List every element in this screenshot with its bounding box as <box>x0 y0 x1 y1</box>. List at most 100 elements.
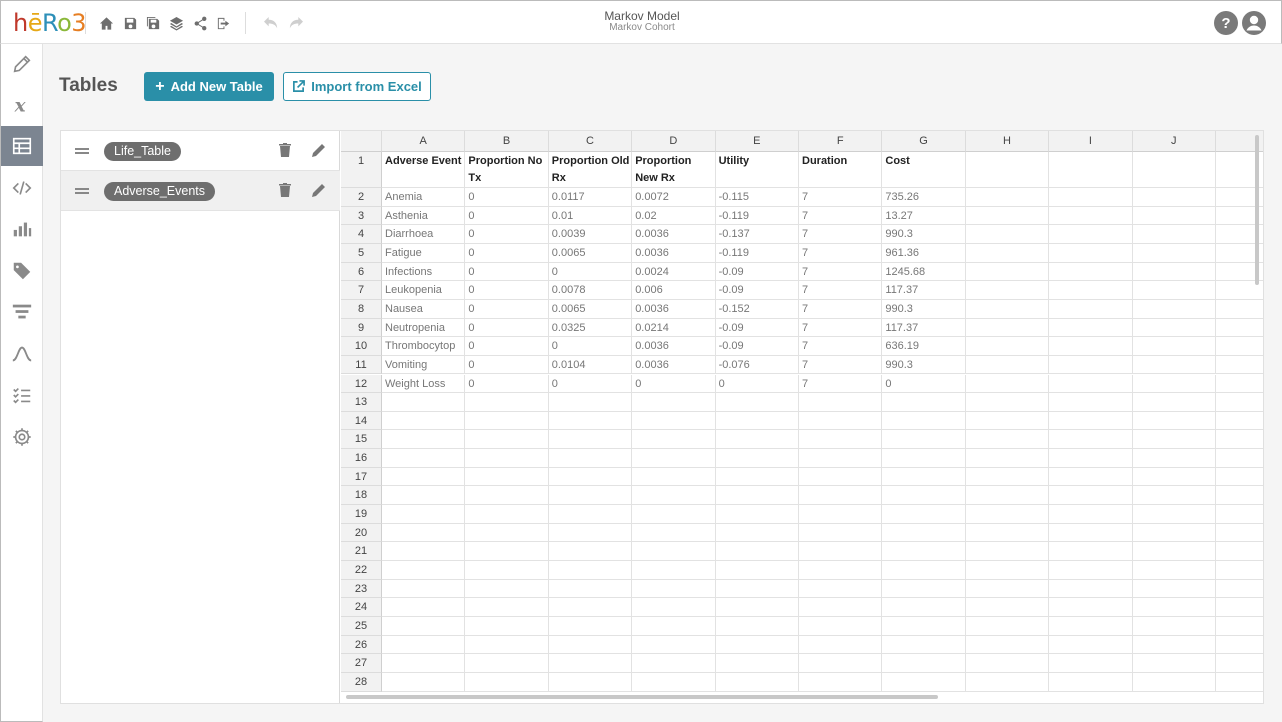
table-cell[interactable] <box>1216 375 1263 394</box>
row-header[interactable]: 19 <box>341 505 382 524</box>
table-cell[interactable] <box>965 337 1050 356</box>
table-cell[interactable] <box>632 430 716 450</box>
table-cell[interactable]: 0 <box>548 337 633 356</box>
table-cell[interactable] <box>882 672 966 692</box>
column-header[interactable]: A <box>382 131 466 152</box>
table-cell[interactable] <box>382 393 466 412</box>
table-cell[interactable] <box>632 523 716 543</box>
table-cell[interactable] <box>382 542 466 561</box>
table-cell[interactable] <box>1216 561 1263 580</box>
table-cell[interactable] <box>715 542 799 561</box>
table-cell[interactable] <box>1049 486 1133 506</box>
table-cell[interactable]: 0 <box>548 262 633 282</box>
table-cell[interactable]: Vomiting <box>382 355 466 375</box>
table-cell[interactable] <box>1132 635 1216 655</box>
table-cell[interactable] <box>715 654 799 673</box>
table-cell[interactable]: 0 <box>465 318 549 338</box>
table-cell[interactable] <box>632 449 716 468</box>
table-cell[interactable] <box>1049 188 1133 207</box>
table-cell[interactable] <box>1216 636 1263 655</box>
table-cell[interactable] <box>548 635 633 655</box>
table-cell[interactable]: 0.0214 <box>632 318 716 338</box>
header-cell[interactable]: Proportion Old Rx <box>548 152 633 188</box>
table-cell[interactable]: 0.0325 <box>548 318 633 338</box>
table-cell[interactable] <box>465 635 549 655</box>
table-cell[interactable]: 0.0104 <box>548 355 633 375</box>
table-cell[interactable]: 117.37 <box>882 318 966 338</box>
table-cell[interactable] <box>1132 616 1216 636</box>
table-cell[interactable]: 0 <box>465 206 549 226</box>
table-cell[interactable] <box>799 505 883 524</box>
table-cell[interactable] <box>1216 337 1263 356</box>
table-cell[interactable] <box>882 635 966 655</box>
table-cell[interactable] <box>1049 542 1133 561</box>
table-cell[interactable] <box>965 616 1050 636</box>
table-cell[interactable]: 0.0036 <box>632 337 716 356</box>
table-cell[interactable] <box>965 486 1050 506</box>
table-cell[interactable] <box>382 467 466 487</box>
table-cell[interactable]: 0 <box>465 355 549 375</box>
table-cell[interactable] <box>882 523 966 543</box>
table-cell[interactable]: 0.0036 <box>632 243 716 263</box>
table-cell[interactable] <box>965 411 1050 431</box>
table-cell[interactable] <box>465 542 549 561</box>
row-header[interactable]: 10 <box>341 337 382 356</box>
table-cell[interactable] <box>632 635 716 655</box>
table-cell[interactable] <box>1132 523 1216 543</box>
table-cell[interactable] <box>1049 449 1133 468</box>
row-header[interactable]: 20 <box>341 523 382 543</box>
table-cell[interactable] <box>799 672 883 692</box>
row-header[interactable]: 11 <box>341 355 382 375</box>
table-cell[interactable]: 0.02 <box>632 206 716 226</box>
table-cell[interactable]: 7 <box>799 225 883 244</box>
row-header[interactable]: 28 <box>341 672 382 692</box>
table-cell[interactable] <box>882 579 966 599</box>
table-cell[interactable] <box>882 505 966 524</box>
table-cell[interactable] <box>1049 374 1133 394</box>
table-cell[interactable] <box>799 579 883 599</box>
table-item-adverse-events[interactable]: Adverse_Events <box>61 171 340 211</box>
table-cell[interactable] <box>465 523 549 543</box>
row-header[interactable]: 3 <box>341 206 382 226</box>
checklist-icon[interactable] <box>1 375 43 415</box>
table-cell[interactable] <box>548 672 633 692</box>
spreadsheet-grid[interactable]: A B C D E F G H I J 1 Adverse Event Proportion No Tx… <box>341 131 1263 703</box>
table-cell[interactable]: Neutropenia <box>382 318 466 338</box>
table-cell[interactable] <box>632 486 716 506</box>
table-cell[interactable] <box>1049 654 1133 673</box>
row-header[interactable]: 17 <box>341 467 382 487</box>
row-header[interactable]: 2 <box>341 188 382 207</box>
table-cell[interactable]: 0 <box>882 374 966 394</box>
header-cell[interactable]: Utility <box>715 152 799 188</box>
table-cell[interactable] <box>1132 579 1216 599</box>
row-header[interactable]: 7 <box>341 281 382 300</box>
table-cell[interactable] <box>548 430 633 450</box>
table-cell[interactable] <box>1216 393 1263 412</box>
table-cell[interactable] <box>548 411 633 431</box>
table-cell[interactable] <box>882 486 966 506</box>
table-cell[interactable] <box>965 654 1050 673</box>
table-cell[interactable] <box>548 486 633 506</box>
table-cell[interactable] <box>1216 449 1263 468</box>
table-cell[interactable] <box>382 505 466 524</box>
table-cell[interactable] <box>715 561 799 580</box>
table-cell[interactable] <box>882 542 966 561</box>
table-cell[interactable] <box>632 616 716 636</box>
table-cell[interactable] <box>1216 524 1263 543</box>
table-cell[interactable] <box>1049 523 1133 543</box>
tag-icon[interactable] <box>1 251 43 291</box>
sheet-corner[interactable] <box>341 131 382 152</box>
table-cell[interactable] <box>715 467 799 487</box>
column-header[interactable]: G <box>882 131 966 152</box>
table-cell[interactable] <box>1132 262 1216 282</box>
table-cell[interactable]: 0 <box>465 374 549 394</box>
row-header[interactable]: 9 <box>341 318 382 338</box>
table-cell[interactable]: 7 <box>799 206 883 226</box>
table-cell[interactable] <box>1216 673 1263 692</box>
table-cell[interactable]: -0.119 <box>715 243 799 263</box>
table-cell[interactable] <box>1132 654 1216 673</box>
table-cell[interactable] <box>965 449 1050 468</box>
table-cell[interactable] <box>548 616 633 636</box>
table-cell[interactable] <box>799 411 883 431</box>
table-cell[interactable]: 0.0036 <box>632 225 716 244</box>
